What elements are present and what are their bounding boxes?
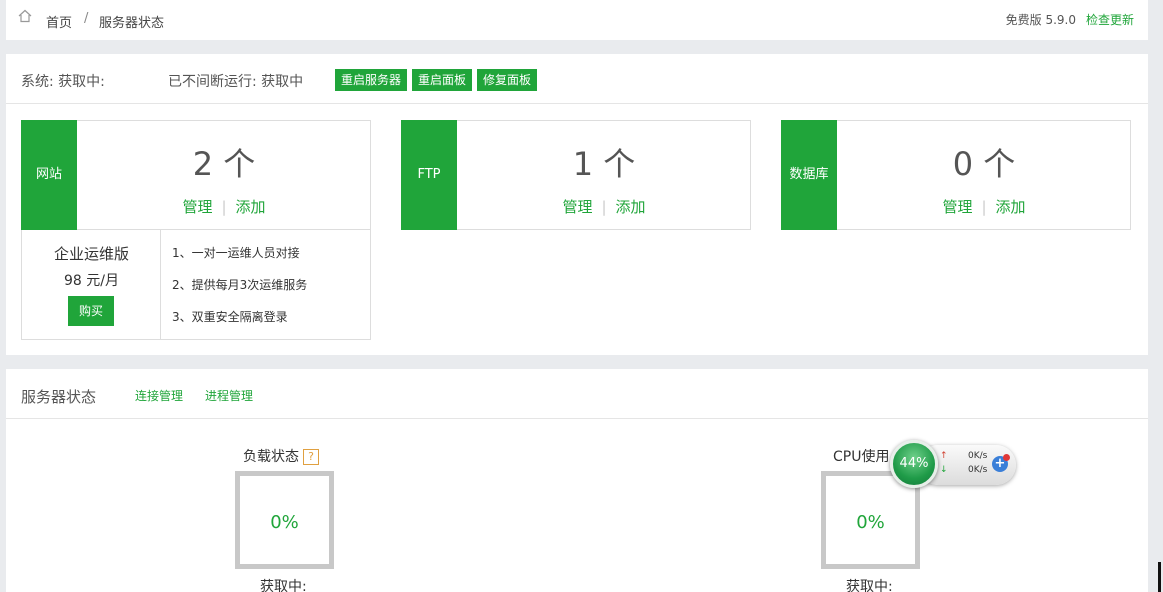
divider: | [601,198,607,216]
buy-button[interactable]: 购买 [68,296,114,326]
ftp-manage-link[interactable]: 管理 [562,198,592,216]
breadcrumb-separator: / [84,11,89,26]
download-arrow-icon: ↓ [940,465,948,475]
download-speed: 0K/s [968,465,988,475]
load-label: 负载状态? [243,446,319,466]
home-icon[interactable] [18,9,32,23]
overview-panel: 系统: 获取中: 已不间断运行: 获取中 重启服务器 重启面板 修复面板 网站 … [6,54,1148,355]
server-status-title: 服务器状态 [21,388,97,406]
card-tag-database: 数据库 [781,120,837,230]
database-actions: 管理 | 添加 [838,196,1130,217]
website-count: 2 个 [192,145,256,183]
database-count: 0 个 [952,145,1016,183]
cpu-label: CPU使用 [833,449,890,465]
website-card: 网站 2 个 管理 | 添加 [21,120,371,230]
enterprise-title: 企业运维版 [53,245,129,263]
memory-percent-ball[interactable]: 44% [890,440,938,488]
feature-item: 2、提供每月3次运维服务 [172,278,308,292]
divider: | [221,198,227,216]
network-monitor-widget[interactable]: 44% ↑ ↓ 0K/s 0K/s + [888,440,1018,490]
database-manage-link[interactable]: 管理 [942,198,972,216]
ftp-actions: 管理 | 添加 [458,196,750,217]
feature-item: 1、一对一运维人员对接 [172,246,300,260]
help-icon[interactable]: ? [303,449,319,465]
notification-dot-icon [1003,454,1010,461]
website-actions: 管理 | 添加 [78,196,370,217]
ftp-card: FTP 1 个 管理 | 添加 [401,120,751,230]
upload-speed: 0K/s [968,451,988,461]
resize-handle-icon [1158,562,1161,592]
load-status: 获取中: [260,579,307,592]
enterprise-price: 98 元/月 [64,273,119,289]
website-add-link[interactable]: 添加 [236,198,266,216]
feature-item: 3、双重安全隔离登录 [172,310,288,324]
uptime-label: 已不间断运行: 获取中 [168,74,304,90]
upload-arrow-icon: ↑ [940,451,948,461]
connection-manage-link[interactable]: 连接管理 [135,387,183,404]
repair-panel-button[interactable]: 修复面板 [477,69,538,91]
database-card: 数据库 0 个 管理 | 添加 [781,120,1131,230]
server-status-header: 服务器状态 连接管理 进程管理 [6,369,1148,419]
load-label-text: 负载状态 [243,449,299,465]
breadcrumb-home[interactable]: 首页 [46,12,72,31]
ftp-add-link[interactable]: 添加 [616,198,646,216]
ftp-count: 1 个 [572,145,636,183]
enterprise-plan: 企业运维版 98 元/月 购买 [22,230,161,339]
card-tag-website: 网站 [21,120,77,230]
load-gauge[interactable]: 0% [235,471,334,569]
cpu-value: 0% [856,512,885,533]
database-add-link[interactable]: 添加 [996,198,1026,216]
website-manage-link[interactable]: 管理 [182,198,212,216]
process-manage-link[interactable]: 进程管理 [205,387,253,404]
enterprise-promo: 企业运维版 98 元/月 购买 1、一对一运维人员对接 2、提供每月3次运维服务… [21,230,371,340]
breadcrumb-current: 服务器状态 [99,16,165,31]
topbar: 首页 / 服务器状态 免费版 5.9.0 检查更新 [6,0,1148,40]
card-tag-ftp: FTP [401,120,457,230]
check-update-link[interactable]: 检查更新 [1086,11,1134,28]
load-value: 0% [270,512,299,533]
system-info-bar: 系统: 获取中: 已不间断运行: 获取中 重启服务器 重启面板 修复面板 [6,54,1148,104]
restart-panel-button[interactable]: 重启面板 [412,69,473,91]
restart-server-button[interactable]: 重启服务器 [335,69,408,91]
version-label: 免费版 5.9.0 [1005,13,1076,27]
system-label: 系统: 获取中: [21,74,105,90]
divider: | [981,198,987,216]
cpu-status: 获取中: [846,579,893,592]
